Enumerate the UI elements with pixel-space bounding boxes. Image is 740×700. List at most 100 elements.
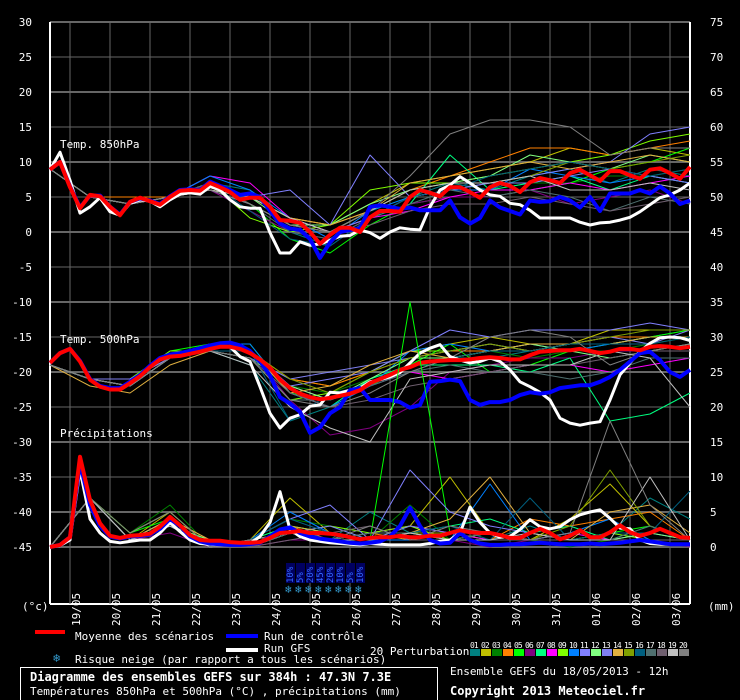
date-tick-label: 27/05	[390, 593, 403, 626]
snowflake-icon: ❄	[325, 583, 332, 596]
perturbation-11-t500	[49, 322, 691, 387]
perturbation-color-swatch	[624, 649, 634, 656]
snowflake-icon: ❄	[285, 583, 292, 596]
left-tick-label: -40	[12, 506, 32, 519]
date-tick-label: 25/05	[310, 593, 323, 626]
perturbation-04-t850	[49, 140, 691, 226]
snow-risk-percent: 5%	[296, 572, 306, 583]
date-tick-label: 24/05	[270, 593, 283, 626]
date-tick-label: 21/05	[150, 593, 163, 626]
snowflake-icon: ❄	[335, 583, 342, 596]
snow-risk-percent: 20%	[326, 566, 336, 583]
right-tick-label: 65	[710, 86, 723, 99]
date-tick-label: 31/05	[550, 593, 563, 626]
right-axis-unit: (mm)	[708, 600, 735, 613]
left-tick-label: 15	[19, 121, 32, 134]
left-tick-label: -10	[12, 296, 32, 309]
left-tick-label: -25	[12, 401, 32, 414]
left-tick-label: 10	[19, 156, 32, 169]
left-tick-label: -35	[12, 471, 32, 484]
perturbation-color-swatch	[635, 649, 645, 656]
perturbation-color-swatch	[613, 649, 623, 656]
date-tick-label: 26/05	[350, 593, 363, 626]
date-tick-label: 23/05	[230, 593, 243, 626]
left-tick-label: -45	[12, 541, 32, 554]
right-tick-label: 35	[710, 296, 723, 309]
left-tick-label: 0	[25, 226, 32, 239]
date-tick-label: 28/05	[430, 593, 443, 626]
right-tick-label: 0	[710, 541, 717, 554]
perturbation-02-t850	[49, 147, 691, 226]
right-tick-label: 15	[710, 436, 723, 449]
right-tick-label: 10	[710, 471, 723, 484]
right-tick-label: 5	[710, 506, 717, 519]
title-box: Diagramme des ensembles GEFS sur 384h : …	[20, 667, 438, 700]
perturbation-color-swatch	[525, 649, 535, 656]
perturbation-color-swatch	[514, 649, 524, 656]
run-info: Ensemble GEFS du 18/05/2013 - 12h	[450, 665, 669, 678]
right-tick-label: 40	[710, 261, 723, 274]
left-tick-label: 30	[19, 16, 32, 29]
snow-risk-percent: 10%	[286, 566, 296, 583]
perturbation-color-swatch	[481, 649, 491, 656]
date-tick-label: 01/06	[590, 593, 603, 626]
left-tick-label: -20	[12, 366, 32, 379]
copyright: Copyright 2013 Meteociel.fr	[450, 684, 646, 698]
snowflake-icon: ❄	[53, 651, 61, 665]
panel-label-t500: Temp. 500hPa	[60, 333, 139, 346]
snowflake-icon: ❄	[355, 583, 362, 596]
snowflake-icon: ❄	[295, 583, 302, 596]
chart-subtitle: Températures 850hPa et 500hPa (°C) , pré…	[30, 685, 401, 698]
perturbation-color-swatch	[569, 649, 579, 656]
chart-title: Diagramme des ensembles GEFS sur 384h : …	[30, 670, 392, 684]
left-tick-label: 25	[19, 51, 32, 64]
right-tick-label: 30	[710, 331, 723, 344]
ensemble-chart: 30 7525 7020 6515 6010 555 500 45-5 40-10 35-15 30…	[12, 16, 735, 626]
snow-risk-percent: 5%	[346, 572, 356, 583]
right-tick-label: 25	[710, 366, 723, 379]
date-tick-label: 29/05	[470, 593, 483, 626]
perturbation-color-swatch	[503, 649, 513, 656]
right-tick-label: 60	[710, 121, 723, 134]
perturbation-color-swatch	[602, 649, 612, 656]
snow-risk-percent: 45%	[316, 566, 326, 583]
right-tick-label: 55	[710, 156, 723, 169]
left-tick-label: 20	[19, 86, 32, 99]
perturbation-color-swatch	[492, 649, 502, 656]
perturbation-02-t500	[49, 329, 690, 387]
perturbation-color-swatch	[547, 649, 557, 656]
left-tick-label: -5	[19, 261, 32, 274]
left-tick-label: -30	[12, 436, 32, 449]
legend-mean-swatch	[35, 630, 65, 634]
legend-gfs-swatch	[226, 648, 258, 652]
left-tick-label: 5	[25, 191, 32, 204]
perturbation-color-swatch	[657, 649, 667, 656]
perturbation-color-swatch	[668, 649, 678, 656]
snowflake-icon: ❄	[315, 583, 322, 596]
panel-label-precip: Précipitations	[60, 427, 153, 440]
date-tick-label: 02/06	[630, 593, 643, 626]
legend-control-swatch	[226, 634, 258, 638]
legend-mean-label: Moyenne des scénarios	[75, 630, 215, 643]
snow-risk-percent: 10%	[356, 566, 366, 583]
snow-risk-percent: 10%	[336, 566, 346, 583]
right-tick-label: 45	[710, 226, 723, 239]
snow-risk-percent: 20%	[306, 566, 316, 583]
snowflake-icon: ❄	[305, 583, 312, 596]
date-tick-label: 30/05	[510, 593, 523, 626]
perturbation-color-swatch	[536, 649, 546, 656]
perturbation-color-swatch	[591, 649, 601, 656]
date-tick-label: 03/06	[670, 593, 683, 626]
right-tick-label: 20	[710, 401, 723, 414]
perturbation-color-swatch	[580, 649, 590, 656]
right-tick-label: 70	[710, 51, 723, 64]
perturbation-color-swatch	[646, 649, 656, 656]
right-tick-label: 75	[710, 16, 723, 29]
perturbation-color-swatch	[558, 649, 568, 656]
left-axis-unit: (°c)	[22, 600, 49, 613]
perturbation-color-swatch	[679, 649, 689, 656]
right-tick-label: 50	[710, 191, 723, 204]
legend-perturbations-label: 20 Perturbations	[370, 645, 476, 658]
perturbation-color-swatch	[470, 649, 480, 656]
panel-label-t850: Temp. 850hPa	[60, 138, 139, 151]
